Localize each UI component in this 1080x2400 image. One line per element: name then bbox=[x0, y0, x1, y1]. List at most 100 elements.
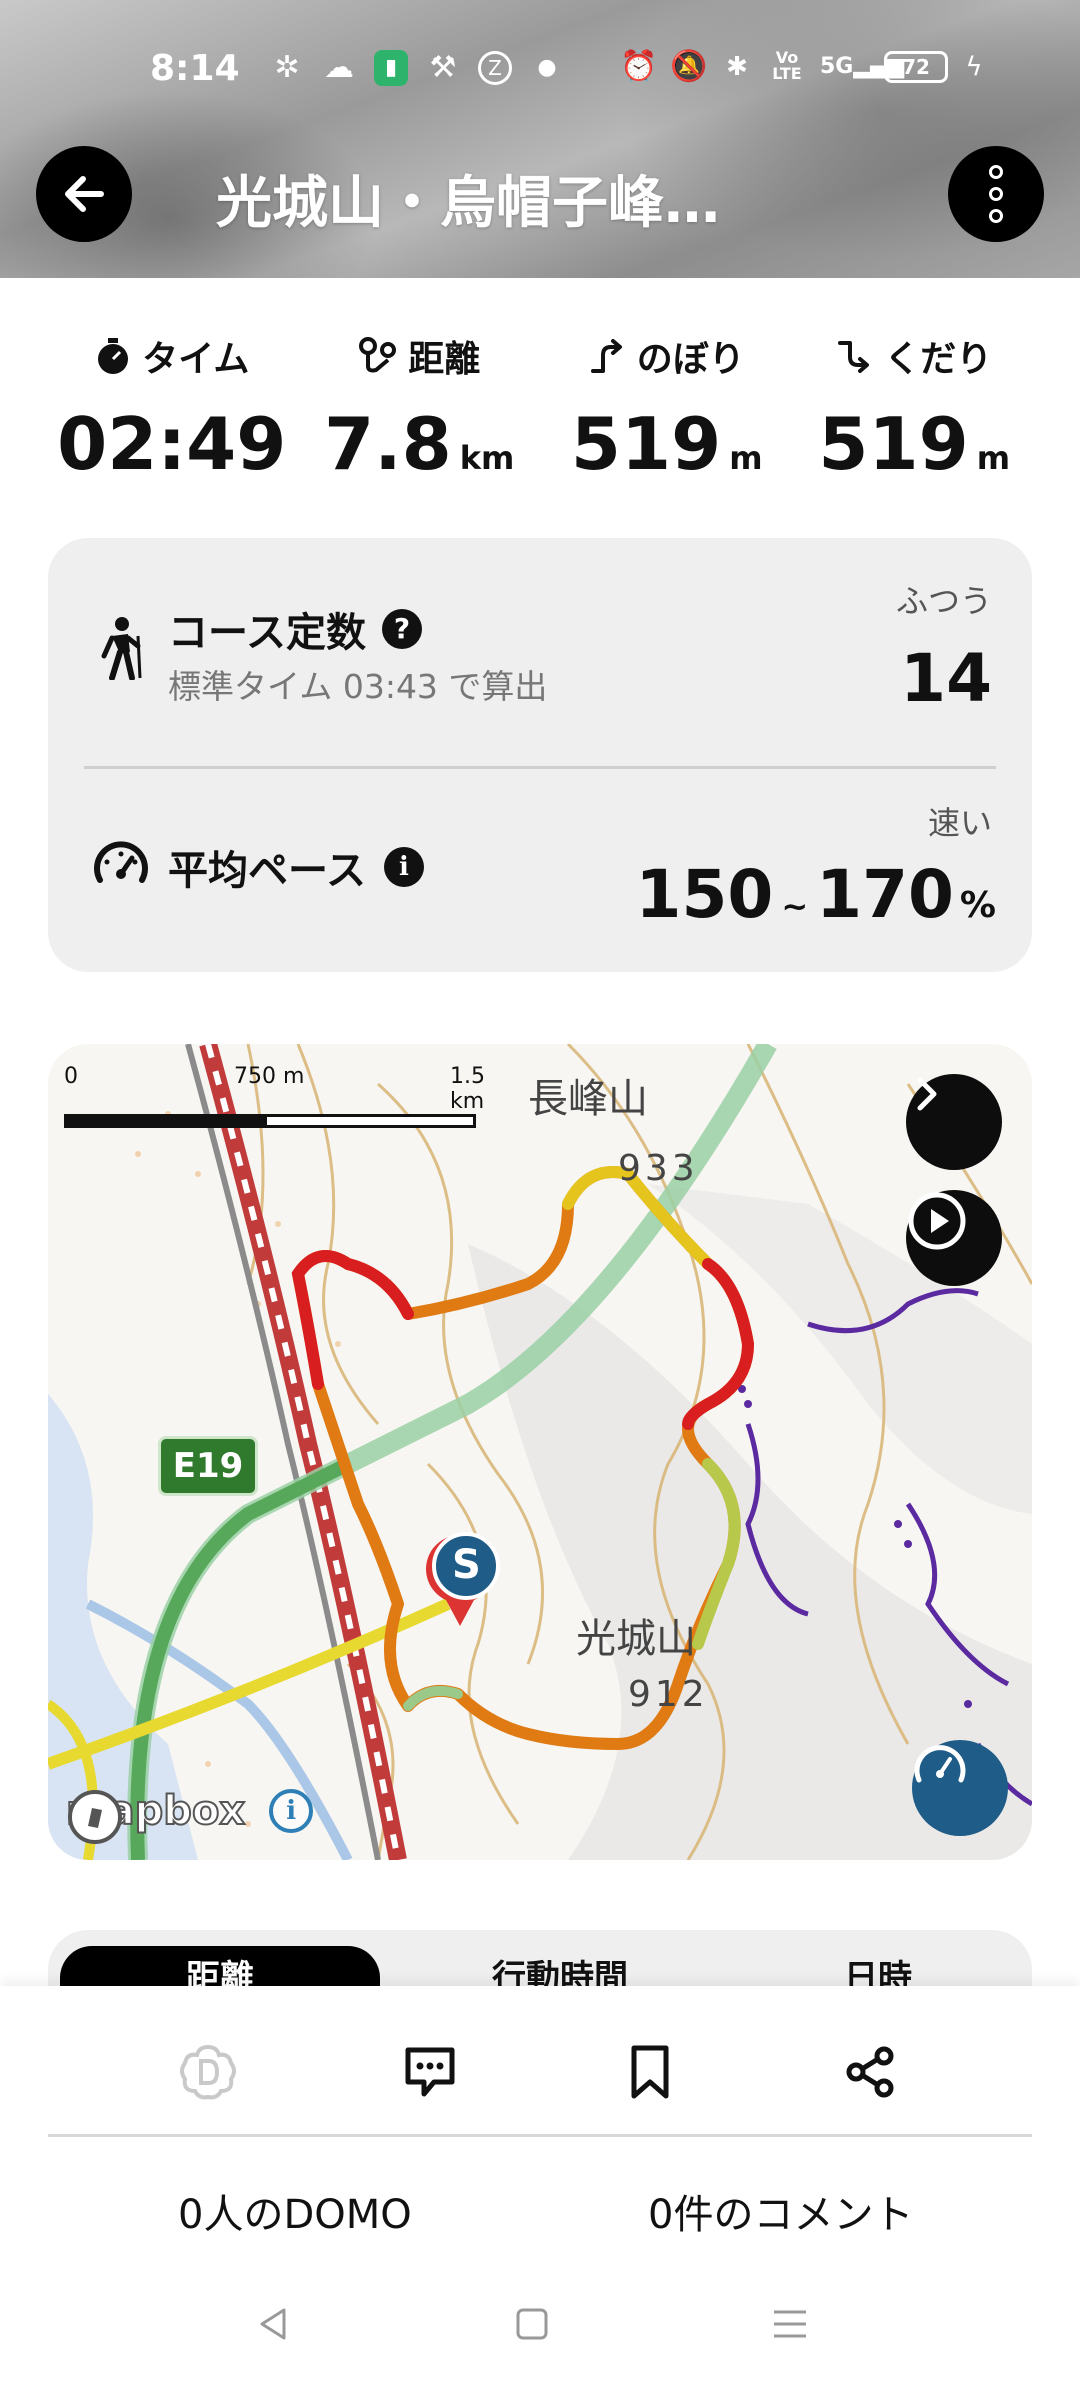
status-right-icons: ⏰ 🔕 ✱ Vo LTE 5G▂▄▆ 72 ϟ bbox=[620, 50, 984, 84]
speedometer-icon bbox=[914, 1745, 966, 1783]
start-marker-label: S bbox=[452, 1542, 481, 1588]
map-info-icon[interactable]: i bbox=[269, 1789, 314, 1833]
route-map[interactable]: 0 750 m 1.5 km 長峰山 933 光城山 912 E19 S map… bbox=[48, 1044, 1032, 1860]
scale-label-1500m: 1.5 km bbox=[450, 1064, 485, 1114]
map-next-button[interactable] bbox=[906, 1074, 1002, 1170]
stat-distance-unit: km bbox=[459, 439, 515, 477]
map-playback-button[interactable] bbox=[906, 1190, 1002, 1286]
pace-max: 170 bbox=[816, 856, 954, 933]
mapbox-logo-icon bbox=[68, 1790, 122, 1844]
speedometer-icon bbox=[94, 841, 148, 883]
share-button[interactable] bbox=[822, 2022, 918, 2122]
average-pace-label: 平均ペース bbox=[168, 848, 366, 894]
cloud-sun-icon: ☁ bbox=[324, 50, 354, 85]
hiker-icon bbox=[101, 617, 142, 680]
reaction-counts: 0人のDOMO 0件のコメント bbox=[0, 2182, 1080, 2242]
bottom-action-panel: 0人のDOMO 0件のコメント bbox=[0, 1986, 1080, 2400]
stat-distance: 距離 7.8 km bbox=[296, 330, 544, 490]
stat-time-label: タイム bbox=[142, 339, 250, 380]
bookmark-icon bbox=[631, 2045, 669, 2099]
stat-ascent: のぼり 519 m bbox=[543, 330, 791, 490]
comment-button[interactable] bbox=[382, 2022, 478, 2122]
5g-signal-icon: 5G▂▄▆ bbox=[820, 54, 905, 79]
header-photo-banner: 8:14 ✲ ☁ ▮ ⚒ Z ● ⏰ 🔕 ✱ Vo LTE 5G▂▄▆ 72 ϟ … bbox=[0, 0, 1080, 278]
scale-label-750m: 750 m bbox=[234, 1064, 305, 1089]
course-constant-label: コース定数 bbox=[168, 610, 366, 656]
hammer-icon: ⚒ bbox=[429, 50, 457, 85]
arrow-left-icon bbox=[65, 176, 104, 212]
pace-color-toggle-button[interactable] bbox=[912, 1740, 1008, 1836]
course-constant-value: 14 bbox=[900, 640, 992, 717]
volte-icon: Vo LTE bbox=[772, 48, 802, 83]
status-bar: 8:14 ✲ ☁ ▮ ⚒ Z ● ⏰ 🔕 ✱ Vo LTE 5G▂▄▆ 72 ϟ bbox=[0, 40, 1080, 100]
map-scale: 0 750 m 1.5 km bbox=[64, 1064, 494, 1134]
course-standard-time: 標準タイム 03:43 で算出 bbox=[168, 667, 548, 706]
scale-bar bbox=[64, 1114, 476, 1128]
peak-south-elevation: 912 bbox=[628, 1674, 709, 1715]
nav-home-button[interactable] bbox=[502, 2294, 562, 2354]
charging-icon: ϟ bbox=[965, 52, 983, 82]
route-distance-icon bbox=[359, 337, 397, 373]
bluetooth-icon: ✱ bbox=[726, 52, 748, 82]
descent-icon bbox=[838, 341, 870, 373]
comment-icon bbox=[405, 2047, 455, 2097]
pace-range: 150 ~170% bbox=[636, 856, 996, 933]
back-triangle-icon bbox=[260, 2308, 286, 2340]
more-vertical-icon bbox=[989, 165, 1003, 179]
z-badge-icon: Z bbox=[478, 51, 512, 85]
road-badge: E19 bbox=[158, 1436, 258, 1496]
peak-north-label: 長峰山 bbox=[528, 1076, 648, 1122]
peak-south-label: 光城山 bbox=[576, 1616, 696, 1662]
pace-min: 150 bbox=[635, 856, 774, 933]
stat-descent-label: くだり bbox=[884, 339, 993, 380]
action-divider bbox=[48, 2134, 1032, 2137]
pinwheel-icon: ✲ bbox=[274, 50, 300, 85]
ascent-icon bbox=[590, 339, 622, 373]
scale-label-0: 0 bbox=[64, 1064, 78, 1089]
stopwatch-icon bbox=[98, 338, 129, 374]
stat-time: タイム 02:49 bbox=[48, 330, 296, 490]
system-navigation-bar bbox=[0, 2294, 1080, 2374]
activity-title: 光城山・烏帽子峰… bbox=[216, 171, 720, 236]
start-marker[interactable]: S bbox=[418, 1530, 502, 1630]
status-left-icons: ✲ ☁ ▮ ⚒ Z ● bbox=[270, 50, 564, 86]
nav-back-button[interactable] bbox=[244, 2294, 304, 2354]
more-options-button[interactable] bbox=[948, 146, 1044, 242]
activity-stats: タイム 02:49 距離 7.8 km のぼり 519 m くだり 519 m bbox=[48, 330, 1038, 490]
pace-unit: % bbox=[959, 885, 996, 926]
stat-time-value: 02:49 bbox=[57, 402, 287, 486]
back-button[interactable] bbox=[36, 146, 132, 242]
stat-distance-value: 7.8 bbox=[324, 402, 452, 486]
status-time: 8:14 bbox=[150, 48, 240, 89]
recents-menu-icon bbox=[774, 2310, 806, 2338]
home-square-icon bbox=[516, 2308, 548, 2340]
stat-ascent-label: のぼり bbox=[636, 339, 745, 380]
pace-speed-label: 速い bbox=[927, 804, 992, 842]
stat-ascent-value: 519 bbox=[570, 402, 722, 486]
battery-saver-icon: ▮ bbox=[374, 50, 408, 86]
mapbox-attribution: mapbox i bbox=[65, 1787, 314, 1844]
course-level-label: ふつう bbox=[895, 582, 992, 620]
pace-tilde: ~ bbox=[781, 887, 809, 925]
alarm-icon: ⏰ bbox=[620, 49, 658, 84]
domo-count-link[interactable]: 0人のDOMO bbox=[178, 2182, 412, 2240]
course-constant-title: コース定数 ? bbox=[168, 600, 422, 658]
domo-button[interactable] bbox=[160, 2022, 256, 2122]
comment-count-link[interactable]: 0件のコメント bbox=[648, 2182, 913, 2240]
nav-recents-button[interactable] bbox=[760, 2294, 820, 2354]
stat-descent-value: 519 bbox=[818, 402, 969, 486]
dot-icon: ● bbox=[537, 55, 557, 80]
stat-descent: くだり 519 m bbox=[791, 330, 1039, 490]
battery-indicator: 72 bbox=[884, 51, 948, 83]
mute-icon: 🔕 bbox=[670, 49, 708, 84]
card-divider bbox=[84, 766, 996, 769]
help-icon[interactable]: ? bbox=[382, 609, 422, 649]
share-icon bbox=[846, 2046, 894, 2098]
chevron-right-icon bbox=[917, 1077, 937, 1111]
domo-icon bbox=[180, 2044, 236, 2100]
peak-north-elevation: 933 bbox=[618, 1148, 699, 1189]
info-icon[interactable]: i bbox=[384, 847, 424, 887]
stat-descent-unit: m bbox=[976, 439, 1011, 477]
course-summary-card: コース定数 ? 標準タイム 03:43 で算出 ふつう 14 平均ペース i 速… bbox=[48, 538, 1032, 972]
bookmark-button[interactable] bbox=[602, 2022, 698, 2122]
